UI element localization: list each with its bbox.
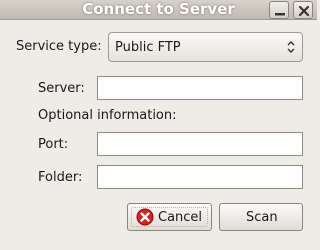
service-type-select[interactable]: Public FTP [108,32,303,62]
optional-information-label: Optional information: [38,108,177,123]
title-bar[interactable]: Connect to Server [0,0,317,20]
port-input[interactable] [97,132,303,156]
minimize-icon [275,13,285,16]
folder-label: Folder: [38,170,83,185]
scan-button-label: Scan [246,210,278,225]
cancel-button[interactable]: Cancel [127,203,212,231]
close-icon [298,5,310,17]
cancel-icon [136,208,154,226]
close-button[interactable] [293,1,313,19]
cancel-button-label: Cancel [158,210,203,225]
service-type-value: Public FTP [115,40,181,55]
server-label: Server: [38,81,85,96]
service-type-label: Service type: [16,39,102,54]
server-input[interactable] [97,76,303,100]
minimize-button[interactable] [269,1,289,19]
port-label: Port: [38,137,69,152]
chevron-updown-icon [287,41,295,53]
folder-input[interactable] [97,165,303,189]
scan-button[interactable]: Scan [219,203,303,231]
